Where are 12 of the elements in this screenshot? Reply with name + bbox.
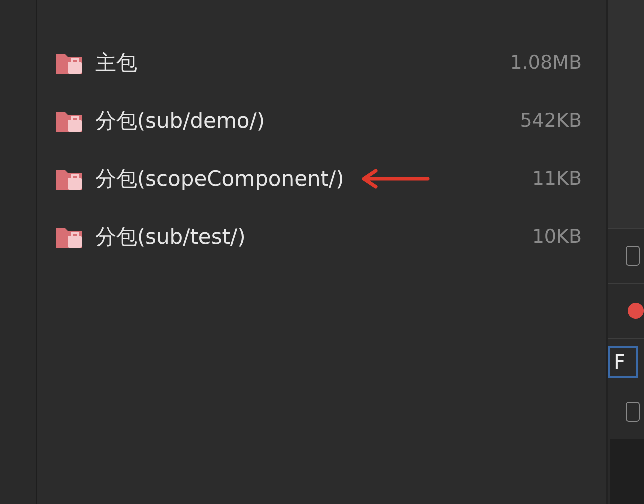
- checkbox[interactable]: [626, 246, 640, 266]
- package-name: 分包(sub/test/): [95, 224, 246, 251]
- package-name: 主包: [95, 50, 138, 77]
- input-field[interactable]: F: [608, 346, 638, 378]
- package-name: 分包(scopeComponent/): [95, 166, 344, 193]
- package-size: 1.08MB: [510, 52, 582, 74]
- package-size: 11KB: [532, 168, 582, 190]
- package-name: 分包(sub/demo/): [95, 108, 266, 135]
- package-size: 10KB: [532, 226, 582, 248]
- record-icon[interactable]: [628, 303, 644, 319]
- package-size: 542KB: [520, 110, 582, 132]
- checkbox[interactable]: [626, 402, 640, 422]
